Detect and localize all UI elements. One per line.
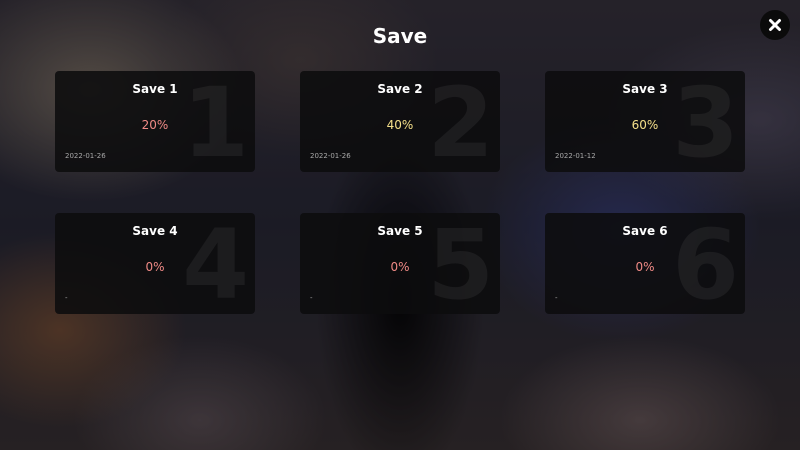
slot-date: - bbox=[65, 294, 68, 302]
close-button[interactable] bbox=[760, 10, 790, 40]
slot-name: Save 1 bbox=[132, 82, 178, 96]
slot-date: - bbox=[555, 294, 558, 302]
slot-name: Save 6 bbox=[622, 224, 668, 238]
save-slot-2[interactable]: 2 Save 2 40% 2022-01-26 bbox=[300, 71, 500, 172]
slot-date: 2022-01-26 bbox=[65, 152, 106, 160]
slot-progress: 0% bbox=[145, 260, 165, 274]
slot-date: 2022-01-12 bbox=[555, 152, 596, 160]
save-slot-5[interactable]: 5 Save 5 0% - bbox=[300, 213, 500, 314]
slot-progress: 20% bbox=[141, 118, 169, 132]
save-slot-grid: 1 Save 1 20% 2022-01-26 2 Save 2 40% 202… bbox=[55, 71, 745, 314]
slot-date: 2022-01-26 bbox=[310, 152, 351, 160]
slot-progress: 40% bbox=[386, 118, 414, 132]
page-title: Save bbox=[372, 24, 428, 48]
slot-date: - bbox=[310, 294, 313, 302]
slot-name: Save 5 bbox=[377, 224, 423, 238]
save-screen: Save 1 Save 1 20% 2022-01-26 2 Save 2 40… bbox=[0, 0, 800, 450]
slot-name: Save 2 bbox=[377, 82, 423, 96]
save-slot-4[interactable]: 4 Save 4 0% - bbox=[55, 213, 255, 314]
close-icon bbox=[769, 19, 781, 31]
slot-progress: 0% bbox=[390, 260, 410, 274]
slot-name: Save 3 bbox=[622, 82, 668, 96]
save-slot-1[interactable]: 1 Save 1 20% 2022-01-26 bbox=[55, 71, 255, 172]
save-slot-6[interactable]: 6 Save 6 0% - bbox=[545, 213, 745, 314]
slot-progress: 60% bbox=[631, 118, 659, 132]
slot-name: Save 4 bbox=[132, 224, 178, 238]
slot-progress: 0% bbox=[635, 260, 655, 274]
save-slot-3[interactable]: 3 Save 3 60% 2022-01-12 bbox=[545, 71, 745, 172]
